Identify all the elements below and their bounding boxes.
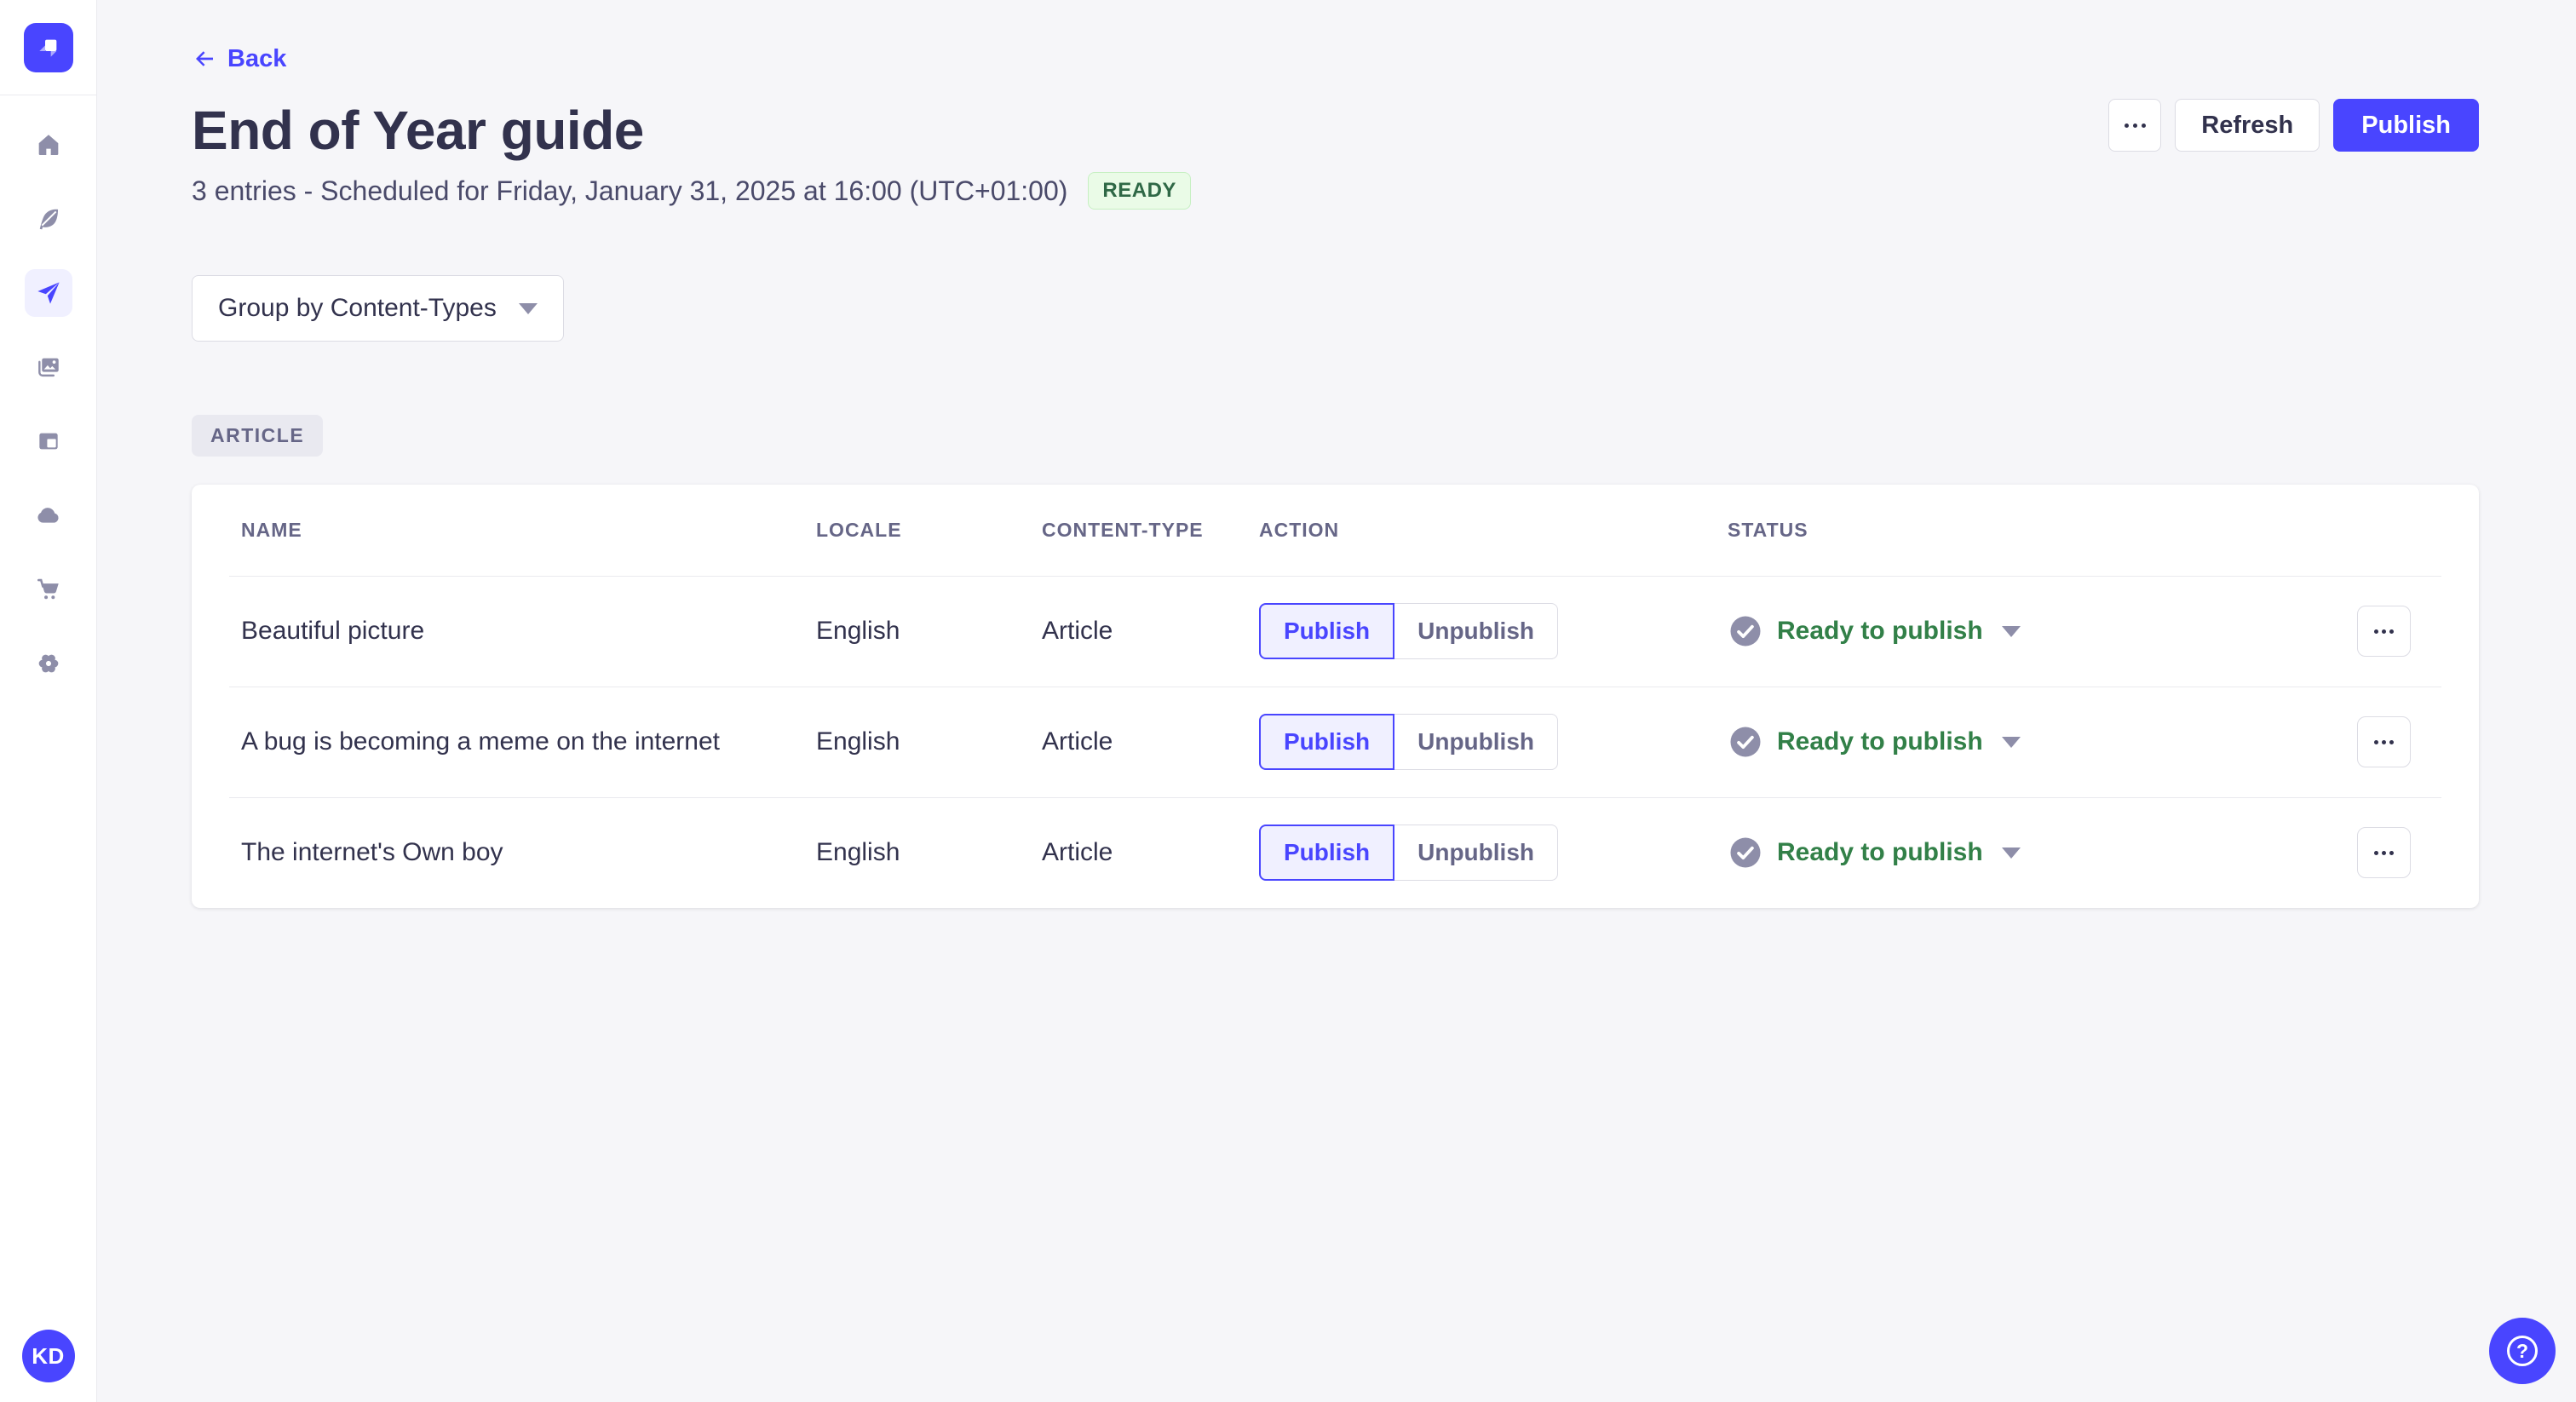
publish-release-button[interactable]: Publish [2333,99,2479,152]
publish-toggle-button[interactable]: Publish [1259,825,1395,881]
status-label: Ready to publish [1777,727,1983,756]
check-circle-icon [1730,837,1761,868]
chevron-down-icon [2001,847,2021,859]
sidebar-item-settings[interactable] [25,640,72,687]
entry-locale: English [816,617,900,645]
feather-icon [39,209,58,230]
column-header-content-type: CONTENT-TYPE [1042,519,1204,541]
check-circle-icon [1730,616,1761,646]
ellipsis-icon [2374,739,2378,744]
column-header-name: NAME [241,519,302,541]
column-header-locale: LOCALE [816,519,902,541]
sidebar-item-content-manager[interactable] [25,195,72,243]
column-header-status: STATUS [1728,519,1808,541]
table-header-row: NAME LOCALE CONTENT-TYPE ACTION STATUS [192,485,2479,576]
entry-status-dropdown[interactable]: Ready to publish [1728,613,2357,649]
ellipsis-icon [2374,850,2378,855]
entry-locale: English [816,727,900,756]
entry-status-dropdown[interactable]: Ready to publish [1728,835,2357,871]
entry-name: The internet's Own boy [241,838,503,866]
row-more-button[interactable] [2357,827,2411,878]
content-type-group-badge: ARTICLE [192,415,324,457]
unpublish-toggle-button[interactable]: Unpublish [1394,825,1558,881]
action-toggle: Publish Unpublish [1259,714,1728,770]
gear-icon [38,654,58,673]
unpublish-toggle-button[interactable]: Unpublish [1394,603,1558,659]
row-more-button[interactable] [2357,606,2411,657]
sidebar-item-deploy[interactable] [25,491,72,539]
cart-icon [37,578,59,600]
ellipsis-icon [2374,629,2378,634]
table-row: The internet's Own boy English Article P… [192,797,2479,908]
status-label: Ready to publish [1777,838,1983,866]
entry-status-dropdown[interactable]: Ready to publish [1728,724,2357,760]
table-row: A bug is becoming a meme on the internet… [192,687,2479,797]
home-icon [38,135,58,155]
entry-content-type: Article [1042,617,1113,645]
back-label: Back [227,45,287,72]
row-more-button[interactable] [2357,716,2411,767]
chevron-down-icon [519,302,538,314]
ellipsis-icon [2124,123,2129,128]
logo-section [0,0,96,95]
sidebar: KD [0,0,97,1402]
question-mark-icon: ? [2507,1336,2538,1366]
header-actions: Refresh Publish [2108,99,2479,152]
media-icon [37,358,59,377]
chevron-down-icon [2001,625,2021,637]
column-header-action: ACTION [1259,519,1340,541]
sidebar-item-media-library[interactable] [25,343,72,391]
sidebar-item-home[interactable] [25,121,72,169]
sidebar-item-marketplace[interactable] [25,566,72,613]
sidebar-nav [24,121,72,687]
group-by-select[interactable]: Group by Content-Types [192,275,564,342]
unpublish-toggle-button[interactable]: Unpublish [1394,714,1558,770]
entry-content-type: Article [1042,727,1113,756]
help-button[interactable]: ? [2489,1318,2556,1384]
check-circle-icon [1730,727,1761,757]
layout-icon [38,433,58,450]
release-more-button[interactable] [2108,99,2162,152]
subtitle-row: 3 entries - Scheduled for Friday, Januar… [192,171,2479,210]
cloud-icon [37,508,59,523]
entry-locale: English [816,838,900,866]
ready-status-badge: READY [1088,172,1191,210]
strapi-logo-icon [38,39,56,57]
strapi-logo[interactable] [23,22,73,72]
chevron-down-icon [2001,736,2021,748]
action-toggle: Publish Unpublish [1259,825,1728,881]
paper-plane-icon [37,282,60,304]
main-content: Back End of Year guide Refresh Publish 3… [97,0,2576,1402]
user-avatar[interactable]: KD [21,1330,75,1382]
action-toggle: Publish Unpublish [1259,603,1728,659]
arrow-left-icon [196,51,213,66]
publish-toggle-button[interactable]: Publish [1259,714,1395,770]
entries-table-card: NAME LOCALE CONTENT-TYPE ACTION STATUS B… [192,485,2479,908]
sidebar-item-content-type-builder[interactable] [25,417,72,465]
publish-toggle-button[interactable]: Publish [1259,603,1395,659]
entry-name: A bug is becoming a meme on the internet [241,727,721,756]
release-details-page: KD Back End of Year guide Refresh Publis… [0,0,2576,1402]
back-link[interactable]: Back [192,44,286,73]
sidebar-item-releases[interactable] [24,269,72,317]
entry-name: Beautiful picture [241,617,425,645]
status-label: Ready to publish [1777,617,1983,645]
table-row: Beautiful picture English Article Publis… [192,576,2479,687]
release-subtitle: 3 entries - Scheduled for Friday, Januar… [192,175,1068,206]
group-by-label: Group by Content-Types [218,294,497,322]
entry-content-type: Article [1042,838,1113,866]
refresh-button[interactable]: Refresh [2175,99,2320,152]
